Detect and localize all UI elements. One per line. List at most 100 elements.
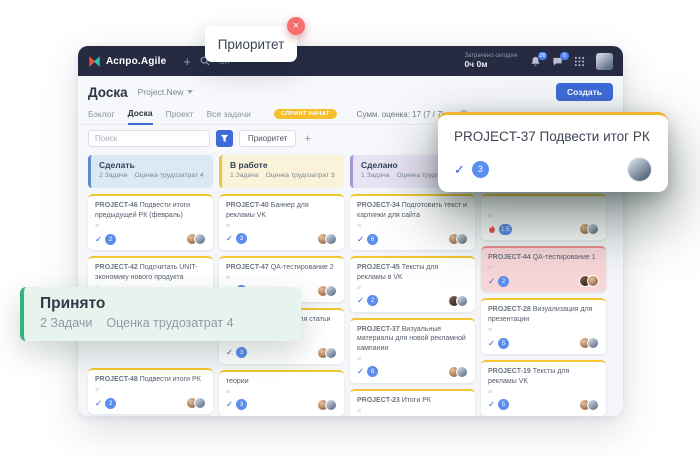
task-card[interactable]: PROJECT-40 Баннер для рекламы VK≡✓3 (219, 194, 344, 250)
avatars (583, 337, 599, 349)
task-meta: ✓5 (488, 337, 599, 349)
estimate-badge: 3 (236, 233, 247, 244)
description-icon: ≡ (357, 285, 468, 292)
task-title: PROJECT-40 Баннер для рекламы VK (226, 201, 337, 221)
task-card[interactable]: теории≡✓3 (219, 370, 344, 416)
create-button[interactable]: Создать (556, 83, 613, 101)
project-select[interactable]: Project.New (138, 87, 194, 97)
checkmark-icon: ✓ (226, 233, 233, 244)
time-tracker[interactable]: Затрачено сегодня 0ч 0м (464, 53, 517, 69)
checkmark-icon: ✓ (357, 234, 364, 245)
board-column: Сделано1 ЗадачаОценка трудозатратPROJECT… (350, 155, 475, 416)
priority-filter-chip[interactable]: Приоритет (239, 130, 296, 147)
task-id: PROJECT-45 (357, 264, 400, 271)
accepted-count: 2 Задачи (40, 316, 92, 330)
task-meta: ✓2 (488, 275, 599, 287)
messages-count: 5 (560, 52, 569, 60)
task-title: PROJECT-47 QA-тестирование 2 (226, 263, 337, 273)
description-icon: ≡ (226, 389, 337, 396)
time-value: 0ч 0м (464, 60, 517, 69)
board-column: Сделать2 ЗадачиОценка трудозатрат 4 PROJE… (88, 155, 213, 414)
column-estimate: Оценка трудозатрат 4 (135, 172, 204, 179)
task-title: PROJECT-44 QA-тестирование 1 (488, 253, 599, 263)
chevron-down-icon (187, 90, 193, 94)
avatar (587, 337, 599, 349)
checkmark-icon: ✓ (357, 366, 364, 377)
task-title: PROJECT-46 Подвести итоги предыдущей РК … (95, 201, 206, 221)
task-title: PROJECT-37 Визуальные материалы для ново… (357, 325, 468, 354)
description-icon: ≡ (488, 213, 599, 220)
close-icon[interactable]: × (287, 17, 305, 35)
filter-button[interactable] (216, 130, 233, 147)
avatar (456, 233, 468, 245)
task-card[interactable]: PROJECT-23 Итоги РК≡✓6 (350, 389, 475, 416)
description-icon: ≡ (226, 275, 337, 282)
task-meta: ✓6 (357, 366, 468, 378)
avatars (583, 399, 599, 411)
sprint-status-badge: СПРИНТ НАЧАТ (274, 109, 337, 119)
description-icon: ≡ (95, 387, 206, 394)
description-icon: ≡ (357, 223, 468, 230)
column-subtitle: 2 ЗадачиОценка трудозатрат 4 (99, 172, 205, 179)
estimate-badge: 3 (236, 347, 247, 358)
fire-icon (488, 225, 496, 234)
task-card[interactable]: PROJECT-45 Тексты для рекламы в VK ≡ ✓2 (350, 256, 475, 312)
column-task-count: 1 Задача (361, 172, 389, 179)
avatar (194, 397, 206, 409)
estimate-badge: 2 (498, 276, 509, 287)
task-card[interactable]: PROJECT-34 Подготовить текст и картинки … (350, 194, 475, 250)
messages-button[interactable]: 5 (552, 56, 563, 67)
column-subtitle: 1 ЗадачаОценка трудозатрат 3 (230, 172, 336, 179)
page-title: Доска (88, 85, 128, 100)
project-select-value: Project.New (138, 87, 184, 97)
avatars (190, 397, 206, 409)
avatars (321, 399, 337, 411)
column-task-count: 1 Задача (230, 172, 258, 179)
task-card[interactable]: ≡1.5 (481, 194, 606, 240)
notifications-button[interactable]: 26 (530, 56, 541, 67)
avatar (325, 347, 337, 359)
estimate-badge: 3 (472, 161, 489, 178)
task-card[interactable]: PROJECT-48 Подвести итоги РК≡✓2 (88, 368, 213, 414)
task-meta: ✓2 (357, 295, 468, 307)
task-title: PROJECT-45 Тексты для рекламы в VK (357, 263, 468, 283)
estimate-badge: 6 (367, 234, 378, 245)
brand[interactable]: Аспро.Agile (88, 55, 166, 68)
search-input[interactable] (88, 130, 210, 147)
checkmark-icon: ✓ (226, 399, 233, 410)
board-column: ≡1.5PROJECT-44 QA-тестирование 1≡✓2PROJE… (481, 155, 606, 416)
accepted-estimate: Оценка трудозатрат 4 (106, 316, 233, 330)
task-id: PROJECT-48 (95, 376, 138, 383)
priority-callout-label: Приоритет (218, 37, 285, 52)
add-filter-button[interactable]: + (304, 133, 310, 145)
task-id: PROJECT-47 (226, 264, 269, 271)
avatar (587, 223, 599, 235)
task-title: PROJECT-34 Подготовить текст и картинки … (357, 201, 468, 221)
task-title: PROJECT-42 Подсчитать UNIT-экономику нов… (95, 263, 206, 283)
task-meta: ✓5 (488, 399, 599, 411)
tab[interactable]: Все задачи (207, 105, 251, 124)
column-header: Сделать2 ЗадачиОценка трудозатрат 4 (88, 155, 213, 188)
tab[interactable]: Доска (128, 104, 153, 125)
estimate-badge: 2 (367, 295, 378, 306)
user-avatar[interactable] (596, 53, 613, 70)
tab[interactable]: Проект (166, 105, 194, 124)
brand-logo-icon (88, 55, 101, 68)
task-preview-title: PROJECT-37 Подвести итог РК (454, 129, 652, 144)
apps-grid-icon[interactable] (574, 56, 585, 67)
task-card[interactable]: PROJECT-46 Подвести итоги предыдущей РК … (88, 194, 213, 250)
kanban-board: Сделать2 ЗадачиОценка трудозатрат 4PROJE… (78, 153, 623, 416)
checkmark-icon: ✓ (454, 162, 465, 178)
estimate-badge: 6 (367, 366, 378, 377)
task-card[interactable]: PROJECT-44 QA-тестирование 1≡✓2 (481, 246, 606, 292)
task-card[interactable]: PROJECT-28 Визуализация для презентации≡… (481, 298, 606, 354)
task-id: PROJECT-23 (357, 397, 400, 404)
description-icon: ≡ (95, 223, 206, 230)
column-title: В работе (230, 160, 336, 170)
task-card[interactable]: PROJECT-19 Тексты для рекламы VK≡✓5 (481, 360, 606, 416)
tab[interactable]: Бэклог (88, 105, 115, 124)
task-preview-callout[interactable]: PROJECT-37 Подвести итог РК ✓ 3 (438, 112, 668, 192)
add-icon[interactable]: + (183, 54, 191, 69)
task-id: PROJECT-44 (488, 254, 531, 261)
task-card[interactable]: PROJECT-37 Визуальные материалы для ново… (350, 318, 475, 383)
